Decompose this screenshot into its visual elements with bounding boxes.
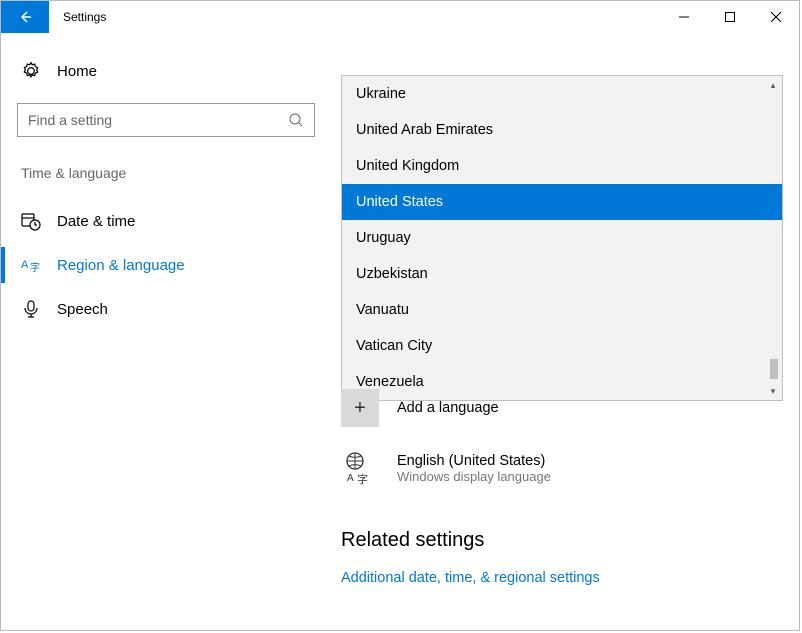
dropdown-item[interactable]: Ukraine: [342, 76, 782, 112]
dropdown-item[interactable]: United Kingdom: [342, 148, 782, 184]
scroll-thumb[interactable]: [770, 359, 778, 379]
add-language-label: Add a language: [397, 400, 499, 416]
maximize-button[interactable]: [707, 1, 753, 33]
sidebar-item-date-time[interactable]: Date & time: [17, 199, 315, 243]
svg-text:A: A: [21, 259, 29, 271]
related-settings-title: Related settings: [341, 529, 781, 552]
close-button[interactable]: [753, 1, 799, 33]
minimize-button[interactable]: [661, 1, 707, 33]
dropdown-item[interactable]: Uruguay: [342, 220, 782, 256]
main-panel: UkraineUnited Arab EmiratesUnited Kingdo…: [331, 33, 799, 630]
home-button[interactable]: Home: [17, 53, 315, 103]
close-icon: [771, 12, 781, 22]
plus-icon: +: [341, 389, 379, 427]
calendar-clock-icon: [21, 211, 41, 231]
country-dropdown[interactable]: UkraineUnited Arab EmiratesUnited Kingdo…: [341, 75, 783, 401]
back-button[interactable]: [1, 1, 49, 33]
arrow-left-icon: [17, 9, 33, 25]
dropdown-item[interactable]: Uzbekistan: [342, 256, 782, 292]
home-label: Home: [57, 63, 97, 80]
language-subtitle: Windows display language: [397, 469, 551, 484]
window-title: Settings: [49, 1, 661, 33]
dropdown-item[interactable]: United Arab Emirates: [342, 112, 782, 148]
minimize-icon: [679, 12, 689, 22]
scroll-up-icon[interactable]: ▴: [765, 77, 781, 93]
sidebar-item-speech[interactable]: Speech: [17, 287, 315, 331]
section-title: Time & language: [17, 165, 315, 181]
add-language-button[interactable]: + Add a language: [341, 387, 781, 429]
sidebar-item-region-language[interactable]: A字 Region & language: [17, 243, 315, 287]
language-icon: A字: [21, 255, 41, 275]
dropdown-item[interactable]: Vatican City: [342, 328, 782, 364]
sidebar-item-label: Region & language: [57, 257, 185, 274]
search-icon: [288, 112, 304, 128]
svg-text:A: A: [347, 473, 354, 484]
dropdown-item[interactable]: United States: [342, 184, 782, 220]
svg-text:字: 字: [30, 261, 40, 274]
titlebar: Settings: [1, 1, 799, 33]
language-name: English (United States): [397, 453, 551, 469]
sidebar-item-label: Speech: [57, 301, 108, 318]
language-entry[interactable]: A字 English (United States) Windows displ…: [341, 429, 781, 495]
search-input[interactable]: [17, 103, 315, 137]
search-field[interactable]: [28, 112, 288, 128]
gear-icon: [21, 61, 41, 81]
language-globe-icon: A字: [341, 449, 379, 487]
maximize-icon: [725, 12, 735, 22]
sidebar-item-label: Date & time: [57, 213, 135, 230]
dropdown-item[interactable]: Vanuatu: [342, 292, 782, 328]
microphone-icon: [21, 299, 41, 319]
related-settings-link[interactable]: Additional date, time, & regional settin…: [341, 570, 781, 586]
sidebar: Home Time & language Date & time A字 R: [1, 33, 331, 630]
dropdown-scrollbar[interactable]: ▴ ▾: [765, 77, 781, 399]
svg-text:字: 字: [357, 472, 368, 485]
